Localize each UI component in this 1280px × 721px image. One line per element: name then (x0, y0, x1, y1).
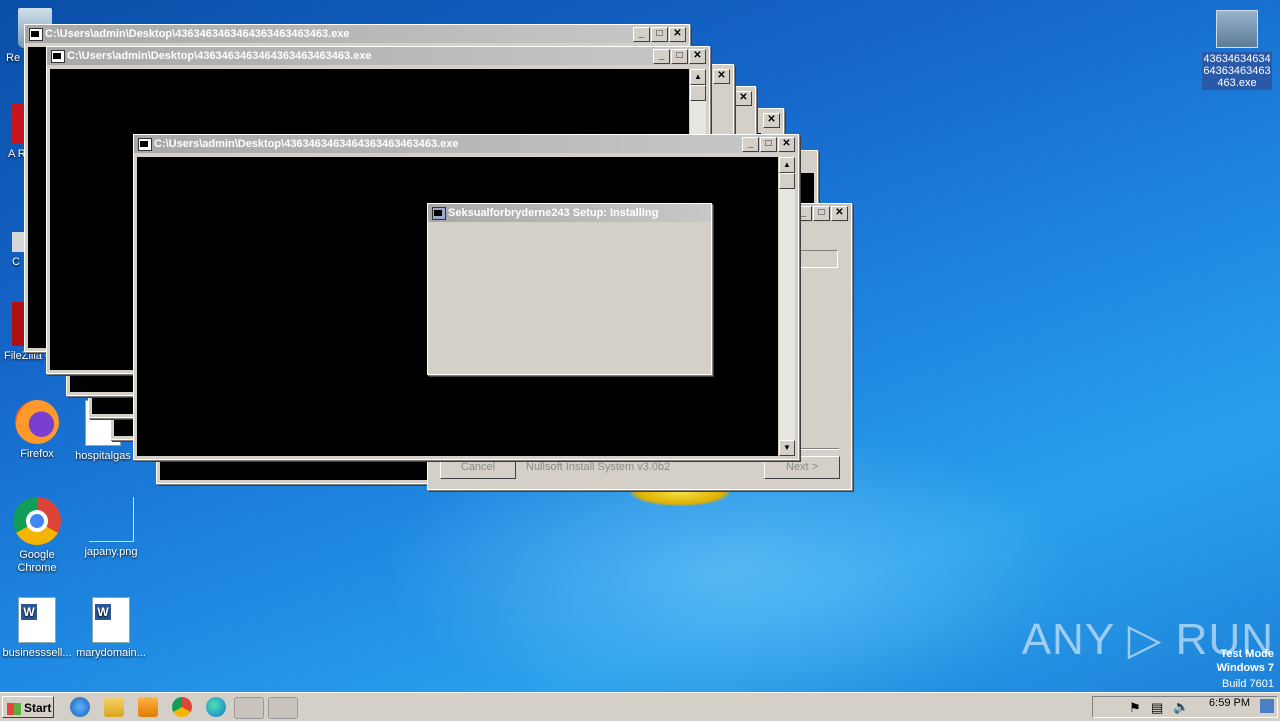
close-button[interactable]: ✕ (735, 91, 752, 106)
window-titlebar[interactable]: C:\Users\admin\Desktop\43634634634643634… (25, 25, 689, 43)
maximize-button[interactable]: □ (760, 137, 777, 152)
window-titlebar[interactable]: Seksualforbryderne243 Setup: Installing (428, 204, 711, 222)
scroll-up-arrow-icon[interactable]: ▲ (779, 157, 795, 173)
file-explorer-icon[interactable] (104, 697, 124, 717)
close-button[interactable]: ✕ (713, 69, 730, 84)
close-button[interactable]: ✕ (669, 27, 686, 42)
start-button[interactable]: Start (2, 696, 54, 718)
start-label: Start (24, 701, 52, 715)
window-title: C:\Users\admin\Desktop\43634634634643634… (154, 138, 459, 150)
volume-icon[interactable]: 🔈 (1173, 699, 1189, 715)
minimize-button[interactable]: _ (742, 137, 759, 152)
minimize-button[interactable]: _ (633, 27, 650, 42)
desktop-icon-label: Firefox (20, 448, 54, 460)
window-titlebar[interactable]: C:\Users\admin\Desktop\43634634634643634… (47, 47, 709, 65)
scroll-thumb[interactable] (779, 173, 795, 189)
windows-version-label: Windows 7 (1216, 662, 1274, 674)
installer-footer-text: Nullsoft Install System v3.0b2 (526, 461, 671, 473)
close-button[interactable]: ✕ (778, 137, 795, 152)
console-app-icon (138, 138, 152, 151)
minimize-button[interactable]: _ (653, 49, 670, 64)
exe-file-icon (1216, 10, 1258, 48)
desktop-icon-label: 43634634634 64363463463 463.exe (1202, 52, 1272, 90)
word-document-icon: W (92, 597, 130, 643)
window-title: C:\Users\admin\Desktop\43634634634643634… (45, 28, 350, 40)
taskbar: Start ⚑ ▤ 🔈 6:59 PM (0, 692, 1280, 721)
close-button[interactable]: ✕ (689, 49, 706, 64)
window-titlebar[interactable]: C:\Users\admin\Desktop\43634634634643634… (134, 135, 798, 153)
window-title: Seksualforbryderne243 Setup: Installing (448, 207, 659, 219)
media-player-icon[interactable] (138, 697, 158, 717)
console-taskbar-icon[interactable] (268, 697, 298, 719)
scroll-down-arrow-icon[interactable]: ▼ (779, 440, 795, 456)
build-label: Build 7601 (1222, 678, 1274, 690)
image-file-icon (88, 497, 134, 542)
close-button[interactable]: ✕ (831, 206, 848, 221)
desktop-icon-firefox[interactable]: Firefox (0, 400, 74, 461)
network-icon[interactable]: ▤ (1151, 700, 1163, 716)
close-button[interactable]: ✕ (763, 113, 780, 128)
desktop-icon-label: japany.png (84, 546, 138, 558)
desktop-icon-label: hospitalgas (75, 450, 131, 462)
installer-taskbar-icon[interactable] (234, 697, 264, 719)
chrome-icon (13, 497, 61, 545)
maximize-button[interactable]: □ (651, 27, 668, 42)
maximize-button[interactable]: □ (813, 206, 830, 221)
desktop-icon-marydomain[interactable]: W marydomain... (74, 597, 148, 660)
window-title: C:\Users\admin\Desktop\43634634634643634… (67, 50, 372, 62)
desktop-icon-label: businesssell... (2, 647, 72, 659)
action-center-flag-icon[interactable]: ⚑ (1129, 700, 1141, 716)
internet-explorer-icon[interactable] (70, 697, 90, 717)
edge-icon[interactable] (206, 697, 226, 717)
console-app-icon (29, 28, 43, 41)
word-document-icon: W (18, 597, 56, 643)
taskbar-clock[interactable]: 6:59 PM (1209, 697, 1250, 709)
desktop-icon-label: Google Chrome (17, 549, 57, 574)
windows-logo-icon (7, 702, 21, 715)
maximize-button[interactable]: □ (671, 49, 688, 64)
test-mode-label: Test Mode (1220, 648, 1274, 660)
desktop-icon-exe[interactable]: 43634634634 64363463463 463.exe (1202, 10, 1272, 90)
console-app-icon (51, 50, 65, 63)
desktop-icon-google-chrome[interactable]: Google Chrome (0, 497, 74, 575)
desktop-icon-label: marydomain... (76, 647, 146, 659)
vertical-scrollbar[interactable]: ▲ ▼ (779, 157, 795, 456)
scroll-thumb[interactable] (690, 85, 706, 101)
installer-app-icon (432, 207, 446, 220)
system-tray: ⚑ ▤ 🔈 (1092, 696, 1278, 718)
chrome-taskbar-icon[interactable] (172, 697, 192, 717)
scroll-up-arrow-icon[interactable]: ▲ (690, 69, 706, 85)
desktop-icon-businesssell[interactable]: W businesssell... (0, 597, 74, 660)
blank-dialog-window[interactable]: Seksualforbryderne243 Setup: Installing (427, 203, 712, 375)
firefox-icon (15, 400, 59, 444)
desktop-icon-japany[interactable]: japany.png (74, 497, 148, 559)
show-desktop-button[interactable] (1260, 699, 1274, 713)
